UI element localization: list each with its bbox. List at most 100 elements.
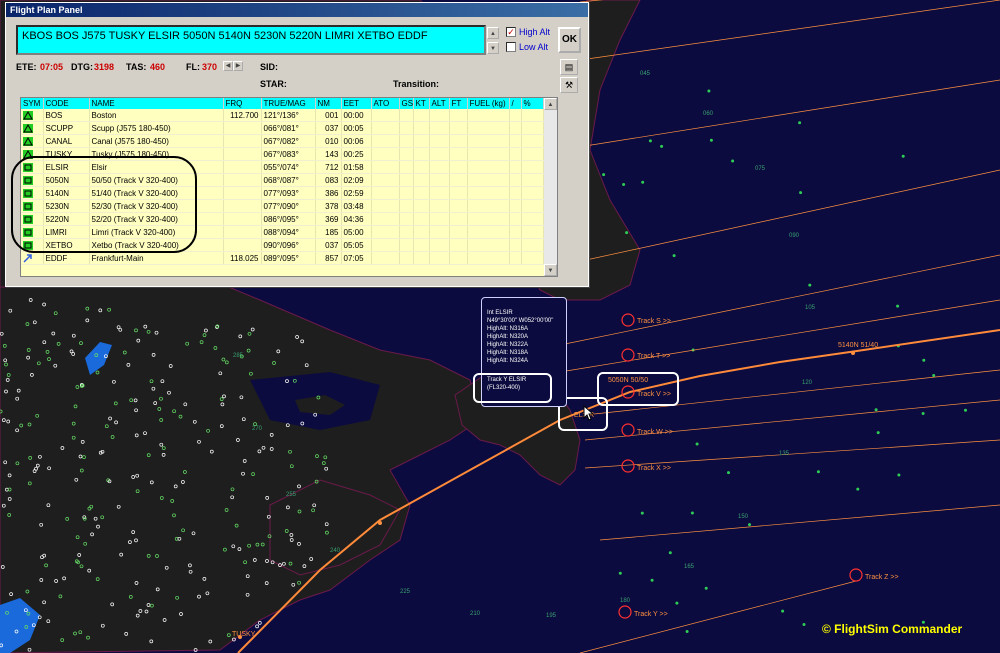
cell-empty — [467, 160, 510, 174]
column-header[interactable]: TRUE/MAG — [261, 98, 316, 109]
svg-text:165: 165 — [684, 564, 695, 570]
scroll-down-icon[interactable]: ▼ — [544, 264, 557, 276]
triangle-icon — [21, 121, 44, 135]
star-label: STAR: — [260, 79, 287, 89]
cell-frq — [223, 134, 262, 148]
column-header[interactable]: FUEL (kg) — [467, 98, 510, 109]
window-title[interactable]: Flight Plan Panel — [6, 3, 588, 17]
cell-empty — [429, 225, 450, 239]
cell-nm: 037 — [315, 238, 342, 252]
cell-nm: 378 — [315, 199, 342, 213]
route-scroll-down-icon[interactable]: ▼ — [487, 42, 499, 54]
table-row[interactable]: BOS Boston 112.700 121°/136° 001 00:00 — [21, 109, 544, 122]
table-scrollbar[interactable]: ▲ ▼ — [544, 98, 557, 276]
route-scroll-up-icon[interactable]: ▲ — [487, 27, 499, 39]
cell-empty — [521, 238, 544, 252]
cell-frq — [223, 147, 262, 161]
cell-eet: 00:00 — [341, 109, 372, 122]
empty-checkbox-icon — [506, 42, 516, 52]
sid-label: SID: — [260, 62, 278, 72]
tas-value: 460 — [150, 62, 166, 72]
vor-icon — [21, 109, 44, 122]
cell-empty — [449, 186, 468, 200]
cell-empty — [467, 238, 510, 252]
table-row[interactable]: CANAL Canal (J575 180-450) 067°/082° 010 00:… — [21, 134, 544, 148]
mouse-cursor-icon — [583, 405, 595, 421]
cell-empty — [521, 186, 544, 200]
low-alt-checkbox[interactable]: Low Alt — [506, 42, 548, 52]
cell-nm: 857 — [315, 251, 342, 265]
svg-text:195: 195 — [546, 613, 557, 619]
column-header[interactable]: ALT — [429, 98, 450, 109]
column-header[interactable]: NAME — [89, 98, 224, 109]
cell-empty — [413, 147, 430, 161]
cell-nm: 037 — [315, 121, 342, 135]
high-alt-checkbox[interactable]: ✓ High Alt — [506, 27, 550, 37]
cell-empty — [521, 160, 544, 174]
column-header[interactable]: CODE — [43, 98, 90, 109]
ete-value: 07:05 — [40, 62, 64, 72]
column-header[interactable]: NM — [315, 98, 342, 109]
svg-text:060: 060 — [703, 111, 714, 117]
cell-empty — [467, 109, 510, 122]
column-header[interactable]: SYM — [21, 98, 44, 109]
cell-nm: 386 — [315, 186, 342, 200]
cell-eet: 00:05 — [341, 121, 372, 135]
svg-text:240: 240 — [330, 548, 341, 554]
svg-text:120: 120 — [802, 380, 813, 386]
column-header[interactable]: KT — [413, 98, 430, 109]
highlight-5050n — [597, 372, 679, 406]
column-header[interactable]: / — [509, 98, 522, 109]
column-header[interactable]: GS — [399, 98, 414, 109]
cell-code: BOS — [43, 109, 90, 122]
cell-empty — [509, 160, 522, 174]
column-header[interactable]: % — [521, 98, 544, 109]
cell-eet: 00:06 — [341, 134, 372, 148]
cell-empty — [449, 251, 468, 265]
cell-eet: 02:09 — [341, 173, 372, 187]
column-header[interactable]: ATO — [371, 98, 400, 109]
cell-empty — [413, 199, 430, 213]
cell-empty — [467, 251, 510, 265]
cell-frq — [223, 225, 262, 239]
tools-icon[interactable]: ⚒ — [560, 77, 578, 93]
svg-text:255: 255 — [286, 492, 297, 498]
svg-text:150: 150 — [738, 514, 749, 520]
cell-truemag: 089°/095° — [261, 251, 316, 265]
cell-empty — [521, 134, 544, 148]
tas-label: TAS: — [126, 62, 147, 72]
cell-eet: 05:00 — [341, 225, 372, 239]
cell-empty — [467, 121, 510, 135]
column-header[interactable]: FT — [449, 98, 468, 109]
cell-code: SCUPP — [43, 121, 90, 135]
fl-decrease-icon[interactable]: ◀ — [223, 61, 233, 71]
cell-empty — [371, 109, 400, 122]
cell-empty — [509, 238, 522, 252]
route-input[interactable]: KBOS BOS J575 TUSKY ELSIR 5050N 5140N 52… — [16, 25, 486, 55]
cell-empty — [399, 134, 414, 148]
ok-button[interactable]: OK — [558, 27, 581, 53]
cell-frq — [223, 212, 262, 226]
cell-empty — [399, 212, 414, 226]
scroll-up-icon[interactable]: ▲ — [544, 98, 557, 110]
cell-empty — [399, 238, 414, 252]
cell-truemag: 066°/081° — [261, 121, 316, 135]
cell-empty — [521, 109, 544, 122]
cell-nm: 083 — [315, 173, 342, 187]
highlight-popup-track — [473, 373, 552, 403]
cell-nm: 712 — [315, 160, 342, 174]
fl-increase-icon[interactable]: ▶ — [233, 61, 243, 71]
popup-line: HighAlt: N320A — [487, 334, 529, 340]
column-header[interactable]: FRQ — [223, 98, 262, 109]
popup-line: Int ELSIR — [487, 310, 513, 316]
popup-line: HighAlt: N316A — [487, 326, 529, 332]
print-icon[interactable]: ▤ — [560, 59, 578, 75]
cell-empty — [399, 147, 414, 161]
cell-empty — [371, 212, 400, 226]
table-row[interactable]: SCUPP Scupp (J575 180-450) 066°/081° 037 00:… — [21, 121, 544, 135]
cell-empty — [467, 212, 510, 226]
svg-text:105: 105 — [805, 305, 816, 311]
cell-empty — [399, 109, 414, 122]
cell-empty — [413, 225, 430, 239]
column-header[interactable]: EET — [341, 98, 372, 109]
